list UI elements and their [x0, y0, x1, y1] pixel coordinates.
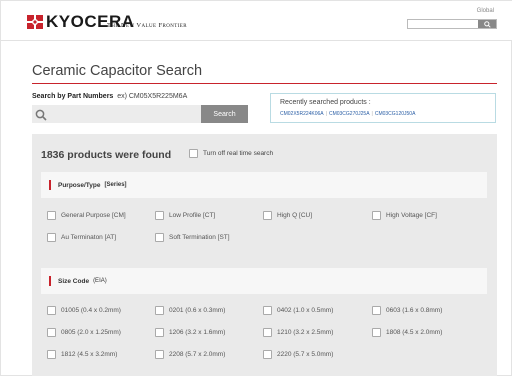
checkbox[interactable]: [47, 306, 56, 315]
filter-option-1812[interactable]: 1812 (4.5 x 3.2mm): [47, 350, 117, 359]
checkbox[interactable]: [47, 350, 56, 359]
filter-option-at[interactable]: Au Terminaton [AT]: [47, 233, 116, 242]
filter-option-label: 1206 (3.2 x 1.6mm): [169, 329, 226, 336]
filter-option-1206[interactable]: 1206 (3.2 x 1.6mm): [155, 328, 225, 337]
checkbox[interactable]: [155, 328, 164, 337]
global-label: Global: [476, 8, 494, 14]
checkbox[interactable]: [263, 211, 272, 220]
filter-option-label: General Purpose [CM]: [61, 212, 126, 219]
site-header: KYOCERA The New Value Frontier Global: [1, 1, 512, 41]
filter-option-label: 0402 (1.0 x 0.5mm): [277, 307, 334, 314]
filter-option-label: 2208 (5.7 x 2.0mm): [169, 351, 226, 358]
filter-option-cf[interactable]: High Voltage [CF]: [372, 211, 437, 220]
group-accent-bar: [49, 276, 51, 286]
checkbox[interactable]: [47, 233, 56, 242]
filter-option-01005[interactable]: 01005 (0.4 x 0.2mm): [47, 306, 121, 315]
group-title: Size Code: [58, 277, 90, 285]
global-search-input[interactable]: [407, 19, 497, 29]
filter-option-cm[interactable]: General Purpose [CM]: [47, 211, 126, 220]
checkbox[interactable]: [155, 306, 164, 315]
realtime-toggle[interactable]: Turn off real time search: [189, 149, 273, 158]
kyocera-emblem-icon: [27, 15, 43, 29]
part-search-button[interactable]: Search: [201, 105, 248, 123]
filter-option-label: Low Profile [CT]: [169, 212, 216, 219]
recent-search-link[interactable]: CM03CG270J25A: [329, 111, 370, 117]
brand-tagline: The New Value Frontier: [107, 22, 187, 29]
filter-option-1210[interactable]: 1210 (3.2 x 2.5mm): [263, 328, 333, 337]
results-count: 1836 products were found: [41, 149, 172, 161]
filter-option-label: 1210 (3.2 x 2.5mm): [277, 329, 334, 336]
filter-option-0603[interactable]: 0603 (1.6 x 0.8mm): [372, 306, 442, 315]
filter-option-label: 0805 (2.0 x 1.25mm): [61, 329, 121, 336]
search-icon: [483, 20, 491, 28]
checkbox[interactable]: [263, 328, 272, 337]
checkbox[interactable]: [372, 211, 381, 220]
separator: |: [325, 111, 327, 117]
filter-panel: 1836 products were found Turn off real t…: [32, 134, 497, 376]
filter-option-label: 1808 (4.5 x 2.0mm): [386, 329, 443, 336]
filter-option-0402[interactable]: 0402 (1.0 x 0.5mm): [263, 306, 333, 315]
checkbox[interactable]: [47, 211, 56, 220]
filter-option-ct[interactable]: Low Profile [CT]: [155, 211, 215, 220]
recent-search-link[interactable]: CM03CG120J50A: [375, 111, 416, 117]
part-search-input[interactable]: [32, 105, 201, 123]
search-icon: [35, 108, 47, 126]
filter-option-label: Soft Termination [ST]: [169, 234, 230, 241]
part-search-label-bold: Search by Part Numbers: [32, 93, 114, 100]
recent-searches-title: Recently searched products :: [280, 99, 371, 106]
filter-option-label: Au Terminaton [AT]: [61, 234, 117, 241]
group-accent-bar: [49, 180, 51, 190]
recent-search-link[interactable]: CM02X5R224K06A: [280, 111, 324, 117]
page-title: Ceramic Capacitor Search: [32, 63, 203, 79]
checkbox[interactable]: [263, 350, 272, 359]
global-search-button[interactable]: [478, 20, 496, 28]
part-search-label: Search by Part Numbers ex) CM05X5R225M6A: [32, 93, 187, 100]
page-frame: KYOCERA The New Value Frontier Global Ce…: [0, 0, 512, 376]
checkbox[interactable]: [47, 328, 56, 337]
separator: |: [371, 111, 373, 117]
filter-option-label: 2220 (5.7 x 5.0mm): [277, 351, 334, 358]
group-subtitle: [Series]: [104, 182, 127, 188]
filter-option-2208[interactable]: 2208 (5.7 x 2.0mm): [155, 350, 225, 359]
filter-option-label: 0603 (1.6 x 0.8mm): [386, 307, 443, 314]
title-divider: [32, 83, 497, 84]
filter-option-label: 01005 (0.4 x 0.2mm): [61, 307, 121, 314]
filter-option-label: 0201 (0.6 x 0.3mm): [169, 307, 226, 314]
group-subtitle: (EIA): [93, 278, 107, 284]
part-search-example: ex) CM05X5R225M6A: [117, 93, 188, 100]
filter-option-0805[interactable]: 0805 (2.0 x 1.25mm): [47, 328, 121, 337]
realtime-checkbox[interactable]: [189, 149, 198, 158]
filter-option-label: High Voltage [CF]: [386, 212, 437, 219]
checkbox[interactable]: [155, 350, 164, 359]
checkbox[interactable]: [155, 233, 164, 242]
filter-option-cu[interactable]: High Q [CU]: [263, 211, 312, 220]
part-search-box: Search: [32, 105, 248, 123]
group-header-purpose-type: Purpose/Type [Series]: [41, 172, 487, 198]
filter-option-0201[interactable]: 0201 (0.6 x 0.3mm): [155, 306, 225, 315]
realtime-label: Turn off real time search: [203, 150, 274, 157]
recent-searches-box: Recently searched products : CM02X5R224K…: [270, 93, 496, 123]
checkbox[interactable]: [372, 328, 381, 337]
recent-searches-list: CM02X5R224K06A | CM03CG270J25A | CM03CG120J5…: [280, 111, 495, 117]
group-header-size-code: Size Code (EIA): [41, 268, 487, 294]
filter-option-2220[interactable]: 2220 (5.7 x 5.0mm): [263, 350, 333, 359]
filter-option-label: High Q [CU]: [277, 212, 313, 219]
filter-option-1808[interactable]: 1808 (4.5 x 2.0mm): [372, 328, 442, 337]
checkbox[interactable]: [263, 306, 272, 315]
checkbox[interactable]: [372, 306, 381, 315]
checkbox[interactable]: [155, 211, 164, 220]
filter-option-st[interactable]: Soft Termination [ST]: [155, 233, 230, 242]
filter-option-label: 1812 (4.5 x 3.2mm): [61, 351, 118, 358]
group-title: Purpose/Type: [58, 181, 101, 189]
